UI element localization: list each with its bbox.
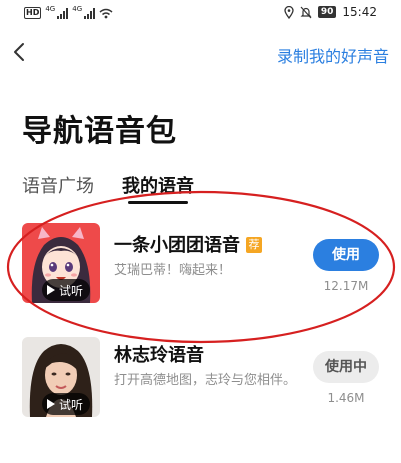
in-use-button[interactable]: 使用中 — [313, 351, 379, 383]
tab-voice-square[interactable]: 语音广场 — [22, 172, 94, 204]
voice-list-item: 试听 一条小团团语音荐 艾瑞巴蒂！嗨起来！ 使用 12.17M — [0, 223, 401, 303]
mute-icon — [300, 6, 312, 18]
voice-description: 艾瑞巴蒂！嗨起来！ — [114, 263, 232, 278]
voice-thumbnail[interactable]: 试听 — [22, 337, 100, 417]
page-title: 导航语音包 — [22, 114, 177, 149]
status-left: HD 4G 4G — [24, 5, 113, 19]
preview-label: 试听 — [59, 283, 84, 298]
recommended-badge: 荐 — [246, 237, 262, 253]
play-icon — [47, 399, 55, 409]
voice-list-item: 试听 林志玲语音 打开高德地图，志玲与您相伴。 使用中 1.46M — [0, 337, 401, 417]
tab-my-voices[interactable]: 我的语音 — [122, 172, 194, 204]
use-voice-button[interactable]: 使用 — [313, 239, 379, 271]
preview-button[interactable]: 试听 — [42, 279, 91, 301]
network-type-label: 4G — [45, 5, 56, 13]
tab-bar: 语音广场 我的语音 — [22, 172, 194, 204]
location-icon — [284, 5, 294, 19]
preview-button[interactable]: 试听 — [42, 393, 91, 415]
chevron-left-icon — [14, 43, 24, 61]
status-bar: HD 4G 4G 90 15:42 — [0, 0, 401, 26]
voice-name: 一条小团团语音荐 — [114, 231, 262, 257]
record-my-voice-link[interactable]: 录制我的好声音 — [277, 43, 389, 67]
battery-icon: 90 — [317, 6, 337, 18]
signal-icon — [57, 7, 69, 19]
voice-name: 林志玲语音 — [114, 345, 204, 366]
status-right: 90 15:42 — [284, 5, 377, 19]
hd-icon: HD — [24, 7, 42, 19]
play-icon — [47, 285, 55, 295]
status-time: 15:42 — [342, 5, 377, 19]
voice-name-text: 一条小团团语音 — [114, 235, 240, 256]
voice-size: 1.46M — [327, 391, 365, 405]
preview-label: 试听 — [59, 397, 84, 412]
wifi-icon — [99, 8, 113, 18]
voice-description: 打开高德地图，志玲与您相伴。 — [114, 373, 297, 388]
voice-thumbnail[interactable]: 试听 — [22, 223, 100, 303]
network-type-label: 4G — [72, 5, 83, 13]
back-button[interactable] — [10, 40, 30, 64]
voice-size: 12.17M — [323, 279, 369, 293]
signal-icon — [84, 7, 96, 19]
